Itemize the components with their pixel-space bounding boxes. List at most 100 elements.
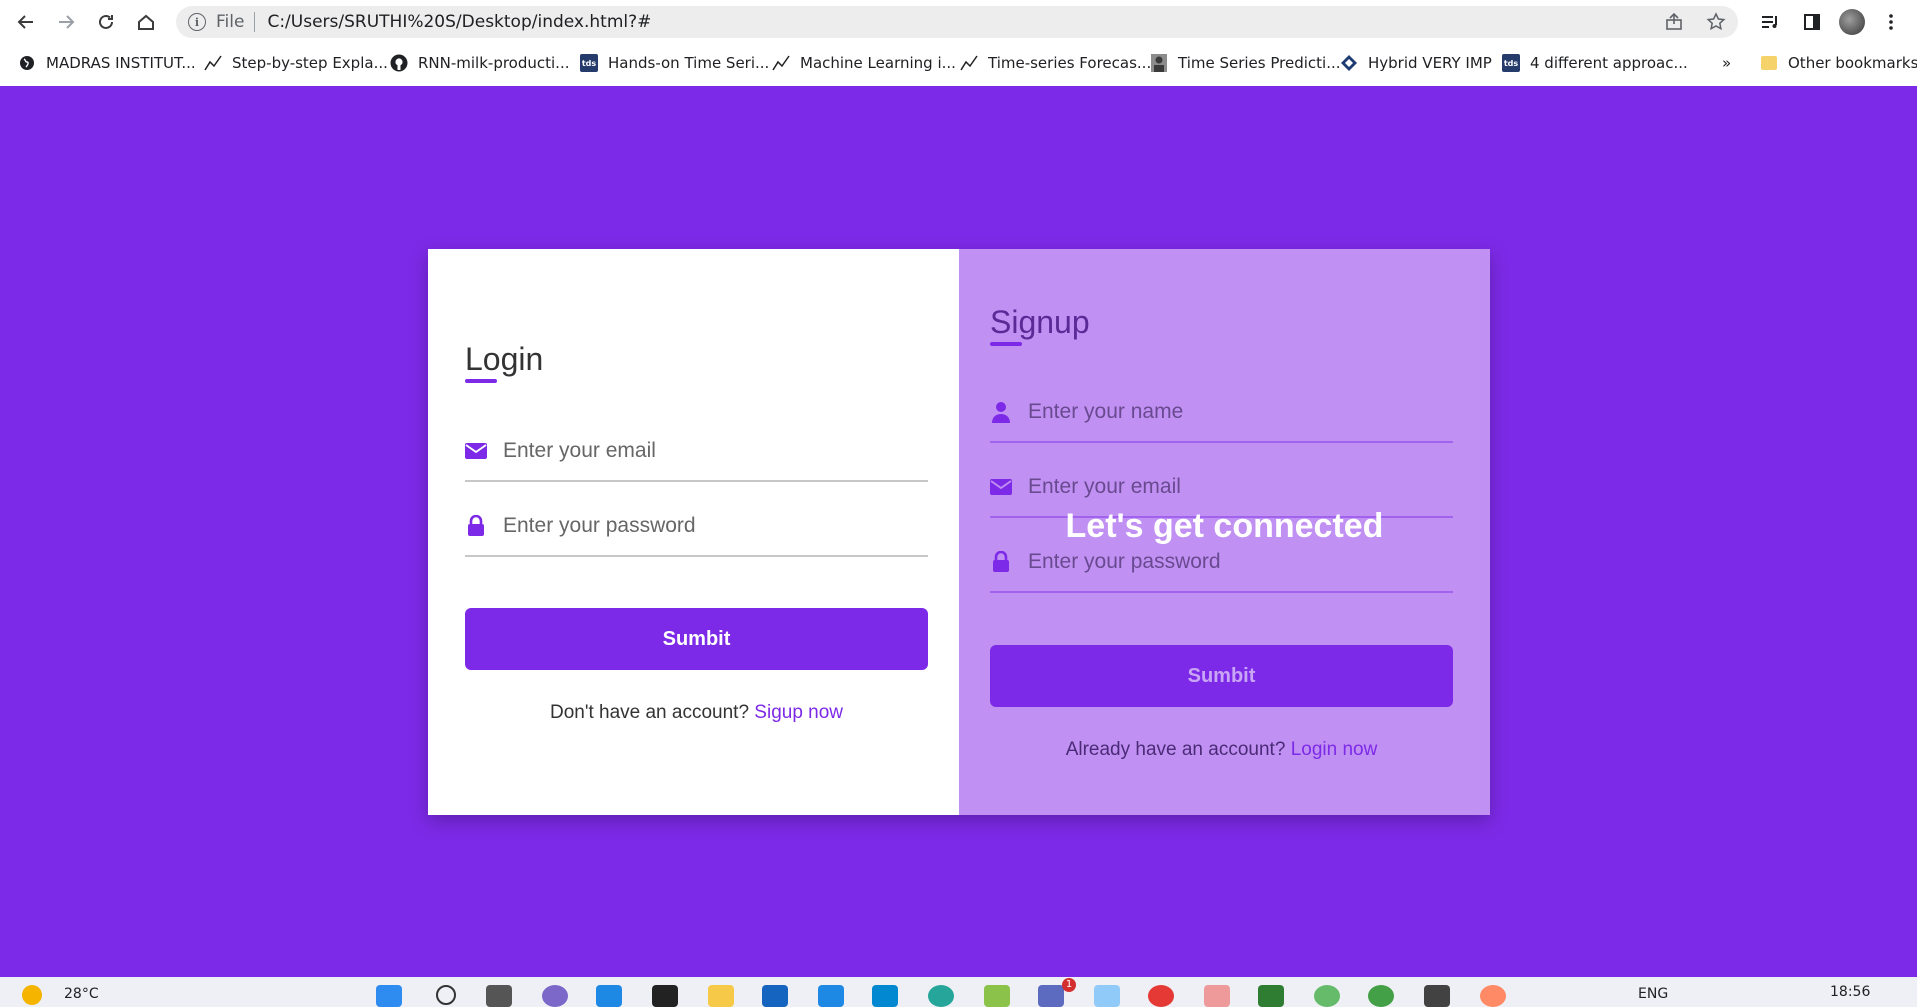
search-icon[interactable]	[436, 985, 456, 1005]
bookmarks-overflow-button[interactable]: »	[1722, 52, 1731, 74]
address-bar-actions	[1662, 10, 1728, 34]
signup-name-input[interactable]	[1028, 400, 1448, 424]
side-panel-icon	[1804, 14, 1820, 30]
bookmark-item[interactable]: Step-by-step Expla...	[204, 52, 388, 74]
login-switch-text: Don't have an account? Sigup now	[465, 702, 928, 724]
forward-arrow-icon	[59, 15, 75, 29]
other-bookmarks-label: Other bookmarks	[1788, 54, 1917, 72]
forward-button[interactable]	[52, 8, 80, 36]
browser-menu-button[interactable]	[1877, 8, 1905, 36]
reading-list-button[interactable]	[1756, 8, 1784, 36]
trend-chart-icon	[772, 54, 790, 72]
app-icon[interactable]	[1480, 985, 1506, 1007]
tds-logo-icon: tds	[1502, 54, 1520, 72]
app-icon[interactable]	[1314, 985, 1340, 1007]
task-view-icon[interactable]	[486, 985, 512, 1007]
app-icon[interactable]	[1094, 985, 1120, 1007]
reload-icon	[99, 14, 113, 29]
media-list-icon	[1762, 16, 1777, 28]
teams-icon[interactable]	[1038, 985, 1064, 1007]
home-button[interactable]	[132, 8, 160, 36]
signup-panel: Signup Let's get connected Sumbit Alread…	[959, 249, 1490, 815]
file-explorer-icon[interactable]	[708, 985, 734, 1007]
windows-start-icon[interactable]	[376, 985, 402, 1007]
bookmark-label: 4 different approac...	[1530, 54, 1688, 72]
trend-chart-icon	[960, 54, 978, 72]
login-email-input[interactable]	[503, 439, 923, 463]
url-text[interactable]: C:/Users/SRUTHI%20S/Desktop/index.html?#	[267, 12, 651, 32]
signup-password-input[interactable]	[1028, 550, 1448, 574]
bookmark-item[interactable]: Hybrid VERY IMP	[1340, 52, 1492, 74]
folder-icon	[1760, 54, 1778, 72]
weather-sun-icon[interactable]	[22, 985, 42, 1005]
star-icon	[1706, 12, 1726, 31]
signup-email-input[interactable]	[1028, 475, 1448, 499]
signup-title: Signup	[990, 304, 1090, 340]
bookmark-item[interactable]: MADRAS INSTITUT...	[18, 52, 196, 74]
app-icon[interactable]	[984, 985, 1010, 1007]
bookmark-item[interactable]: Machine Learning i...	[772, 52, 956, 74]
login-title-underline	[465, 379, 497, 383]
login-title: Login	[465, 341, 544, 377]
github-icon	[390, 54, 408, 72]
kebab-menu-icon	[1889, 14, 1893, 30]
browser-chrome: i File C:/Users/SRUTHI%20S/Desktop/index…	[0, 0, 1917, 86]
login-submit-button[interactable]: Sumbit	[465, 608, 928, 670]
signup-title-underline	[990, 342, 1022, 346]
app-icon[interactable]	[1204, 985, 1230, 1007]
bookmark-item[interactable]: RNN-milk-producti...	[390, 52, 570, 74]
address-bar[interactable]: i File C:/Users/SRUTHI%20S/Desktop/index…	[176, 6, 1738, 38]
signup-switch-text: Already have an account? Login now	[990, 739, 1453, 761]
globe-icon	[18, 54, 36, 72]
weather-temperature[interactable]: 28°C	[64, 986, 99, 1002]
share-icon	[1666, 12, 1682, 30]
trend-chart-icon	[204, 54, 222, 72]
bookmark-item[interactable]: tds 4 different approac...	[1502, 52, 1688, 74]
login-now-link[interactable]: Login now	[1291, 739, 1378, 760]
whatsapp-icon[interactable]	[1368, 985, 1394, 1007]
site-info-icon[interactable]: i	[188, 13, 206, 31]
browser-toolbar: i File C:/Users/SRUTHI%20S/Desktop/index…	[0, 0, 1917, 44]
back-button[interactable]	[12, 8, 40, 36]
login-password-field	[465, 497, 928, 557]
profile-avatar[interactable]	[1839, 9, 1865, 35]
auth-card: Login Sumbit Don't have an account? Sigu…	[428, 249, 1490, 815]
signup-now-link[interactable]: Sigup now	[754, 702, 843, 723]
vscode-icon[interactable]	[596, 985, 622, 1007]
edge-icon[interactable]	[928, 985, 954, 1007]
bookmark-item[interactable]: Time Series Predicti...	[1150, 52, 1341, 74]
bookmarks-bar: MADRAS INSTITUT... Step-by-step Expla...…	[0, 48, 1917, 78]
login-panel: Login Sumbit Don't have an account? Sigu…	[428, 249, 959, 815]
other-bookmarks-folder[interactable]: Other bookmarks	[1760, 52, 1917, 74]
chat-icon[interactable]	[542, 985, 568, 1007]
excel-icon[interactable]	[1258, 985, 1284, 1007]
reload-button[interactable]	[92, 8, 120, 36]
lock-icon	[990, 551, 1012, 573]
bookmark-label: Time-series Forecas...	[988, 54, 1152, 72]
signup-password-field	[990, 533, 1453, 593]
bookmark-label: Step-by-step Expla...	[232, 54, 388, 72]
os-taskbar: 28°C 1 ENG 18:56	[0, 977, 1917, 1007]
share-button[interactable]	[1662, 10, 1686, 34]
bookmark-label: Time Series Predicti...	[1178, 54, 1341, 72]
bookmark-item[interactable]: tds Hands-on Time Seri...	[580, 52, 769, 74]
terminal-icon[interactable]	[652, 985, 678, 1007]
app-icon[interactable]	[1424, 985, 1450, 1007]
signup-submit-button[interactable]: Sumbit	[990, 645, 1453, 707]
login-switch-prompt: Don't have an account?	[549, 702, 755, 723]
bookmark-item[interactable]: Time-series Forecas...	[960, 52, 1151, 74]
app-icon[interactable]	[818, 985, 844, 1007]
bookmark-label: MADRAS INSTITUT...	[46, 54, 196, 72]
login-email-field	[465, 422, 928, 482]
bookmark-star-button[interactable]	[1704, 10, 1728, 34]
chrome-icon[interactable]	[1148, 985, 1174, 1007]
clock-time[interactable]: 18:56	[1830, 984, 1870, 1000]
bookmark-label: Hybrid VERY IMP	[1368, 54, 1492, 72]
app-icon[interactable]	[872, 985, 898, 1007]
store-icon[interactable]	[762, 985, 788, 1007]
login-password-input[interactable]	[503, 514, 923, 538]
signup-switch-prompt: Already have an account?	[1065, 739, 1291, 760]
side-panel-button[interactable]	[1798, 8, 1826, 36]
input-language[interactable]: ENG	[1638, 986, 1668, 1002]
diamond-logo-icon	[1340, 54, 1358, 72]
